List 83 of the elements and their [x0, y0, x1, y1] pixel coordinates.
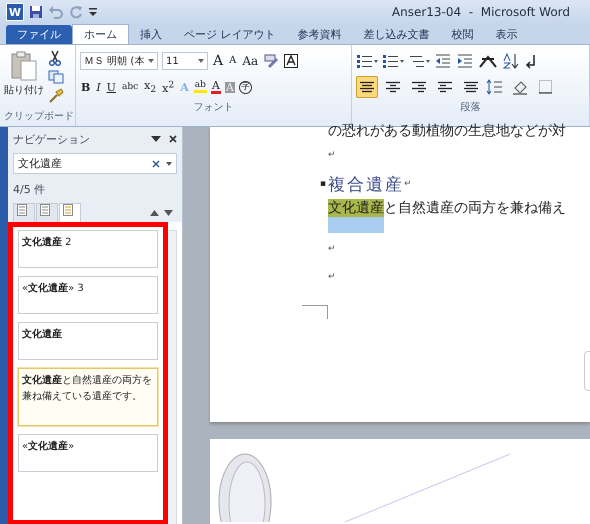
search-result[interactable]: 文化遺産 — [18, 322, 158, 360]
pane-title: ナビゲーション — [13, 132, 91, 146]
clipboard-icon — [10, 51, 38, 81]
asian-layout-icon[interactable] — [478, 53, 498, 69]
font-tool-button[interactable]: x$^{2}$ — [161, 80, 176, 94]
align-lines-icon — [438, 81, 452, 93]
page-icon — [16, 203, 28, 217]
ribbon-tab[interactable]: ページ レイアウト — [173, 25, 286, 44]
ribbon-tab[interactable]: 挿入 — [129, 25, 173, 44]
pane-menu-icon[interactable] — [151, 135, 161, 143]
next-result-icon[interactable] — [164, 210, 173, 216]
decrease-indent-icon[interactable] — [434, 53, 452, 69]
cut-icon[interactable] — [48, 50, 62, 66]
align-lines-icon — [412, 81, 426, 93]
group-label: 段落 — [460, 100, 482, 115]
ribbon-tab[interactable]: ホーム — [72, 24, 129, 44]
numbering-icon[interactable] — [382, 53, 404, 69]
align-button[interactable] — [356, 76, 378, 98]
close-icon[interactable] — [169, 135, 177, 143]
paragraph-mark: ↵ — [328, 149, 337, 162]
align-lines-icon — [360, 81, 374, 93]
ribbon-tab[interactable]: 差し込み文書 — [352, 25, 440, 44]
body-text: の恐れがある動植物の生息地などが対 — [328, 122, 567, 141]
page-icon — [39, 203, 51, 217]
font-size-dropdown[interactable]: 11 — [162, 52, 208, 70]
bullets-icon[interactable] — [356, 53, 378, 69]
align-lines-icon — [386, 81, 400, 93]
font-tool-button[interactable]: ab — [194, 81, 207, 93]
view-tab[interactable] — [36, 203, 58, 222]
paragraph-mark: ↵ — [404, 179, 412, 189]
previous-result-icon[interactable] — [150, 210, 159, 216]
copy-icon[interactable] — [48, 70, 64, 84]
font-tool-button[interactable]: abc — [120, 82, 140, 92]
result-count: 4/5 件 — [13, 182, 46, 197]
view-tab[interactable] — [13, 203, 35, 222]
view-tab[interactable] — [59, 203, 81, 222]
font-tool-button[interactable]: U — [106, 82, 117, 92]
paragraph-mark: ↵ — [328, 271, 337, 284]
font-tool-button[interactable]: I — [95, 82, 102, 92]
scrollbar[interactable] — [167, 230, 177, 524]
font-tool-button[interactable]: B — [80, 82, 92, 92]
phonetic-guide-icon[interactable] — [263, 53, 280, 69]
paragraph-mark-icon[interactable] — [524, 53, 538, 69]
page-icon — [62, 203, 74, 217]
paragraph-mark: ↵ — [328, 243, 337, 256]
font-tool-button[interactable]: Aa — [241, 55, 260, 67]
clear-icon[interactable] — [152, 160, 160, 168]
customize-menu-icon[interactable] — [88, 5, 98, 19]
paste-button[interactable]: 貼り付け — [4, 48, 44, 109]
font-tool-button[interactable]: A — [228, 56, 238, 66]
align-lines-icon — [464, 81, 478, 93]
group-label: フォント — [192, 101, 234, 115]
search-field[interactable]: 文化遺産 — [13, 153, 177, 174]
font-name-dropdown[interactable]: ＭＳ 明朝 (本 — [80, 52, 158, 70]
ribbon-tab[interactable]: 参考資料 — [286, 25, 352, 44]
font-tool-button[interactable]: 字 — [238, 80, 252, 94]
font-tool-button[interactable]: A — [212, 54, 224, 68]
dropdown-arrow-icon[interactable] — [198, 59, 204, 63]
bullet: ▪ — [320, 179, 326, 189]
search-result[interactable]: «文化遺産» — [18, 434, 158, 472]
search-result[interactable]: «文化遺産» 3 — [18, 276, 158, 314]
search-result[interactable]: 文化遺産 2 — [18, 230, 158, 268]
crop-mark — [302, 305, 328, 319]
font-tool-button[interactable]: A — [210, 80, 221, 94]
save-icon[interactable] — [29, 5, 43, 19]
character-border-icon[interactable] — [283, 53, 300, 69]
increase-indent-icon[interactable] — [456, 53, 474, 69]
search-highlight: 文化遺産 — [328, 199, 384, 233]
body-text: と自然遺産の両方を兼ね備え — [384, 199, 566, 217]
search-result[interactable]: 文化遺産と自然遺産の両方を兼ね備えている遺産です。 — [18, 368, 158, 426]
font-tool-button[interactable]: x$_{2}$ — [143, 80, 158, 94]
group-label: クリップボード — [4, 110, 71, 124]
format-painter-icon[interactable] — [48, 88, 64, 104]
dropdown-arrow-icon[interactable] — [166, 162, 172, 166]
heading-text: 複合遺産 — [328, 174, 404, 196]
multilevel-list-icon[interactable] — [408, 53, 430, 69]
ribbon-tab[interactable]: 校閲 — [440, 25, 484, 44]
sort-icon[interactable] — [502, 53, 520, 69]
ribbon-tab[interactable]: 表示 — [484, 25, 528, 44]
ribbon-tab[interactable]: ファイル — [6, 25, 72, 44]
dropdown-arrow-icon[interactable] — [148, 59, 154, 63]
app-logo[interactable]: W — [6, 3, 24, 21]
window-title: Anser13-04 - Microsoft Word — [392, 5, 570, 19]
